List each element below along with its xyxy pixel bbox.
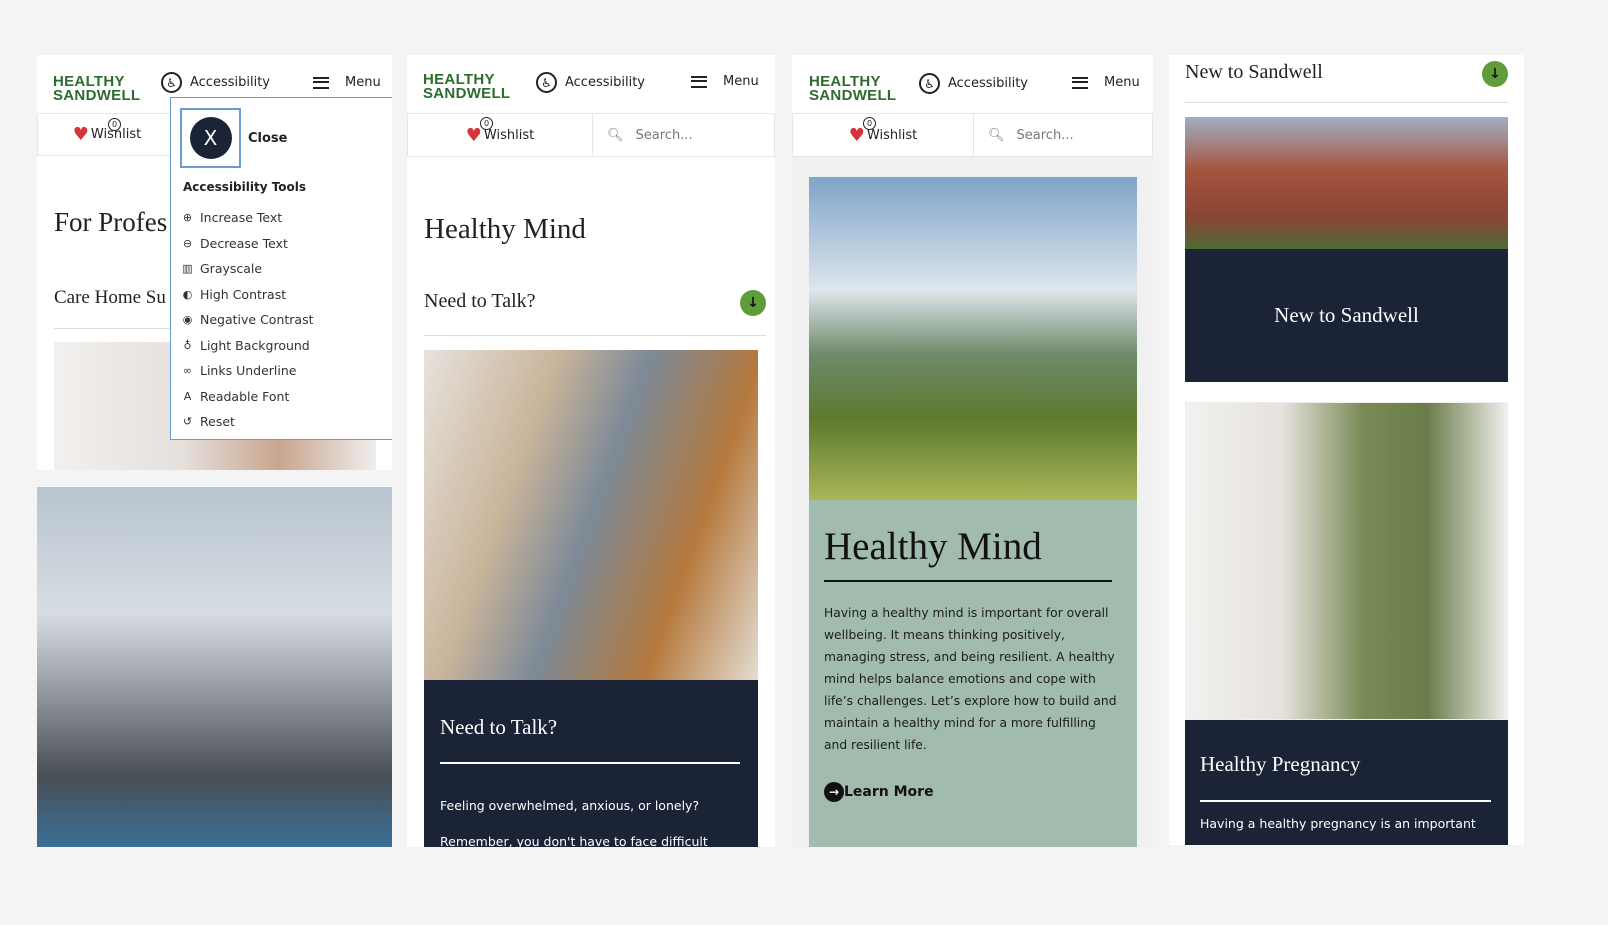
tool-decrease-text[interactable]: ⊖ Decrease Text [181, 231, 313, 257]
heart-icon: ♥ [465, 124, 482, 146]
tool-increase-text[interactable]: ⊕ Increase Text [181, 205, 313, 231]
search-icon: 🔍︎ [988, 127, 1005, 143]
healthy-pregnancy-card: Healthy Pregnancy Having a healthy pregn… [1185, 720, 1508, 845]
close-button[interactable]: X [180, 108, 241, 168]
healthy-mind-card: Healthy Mind Having a healthy mind is im… [809, 500, 1137, 847]
tool-grayscale[interactable]: ▥ Grayscale [181, 256, 313, 282]
wishlist-link[interactable]: ♥ 0 Wishlist [793, 114, 973, 156]
tool-readable-font[interactable]: A Readable Font [181, 384, 313, 410]
logo[interactable]: HEALTHY SANDWELL [809, 74, 896, 103]
panel-healthy-mind-detail: HEALTHY SANDWELL ♿ Accessibility Menu ♥ 0 Wi… [792, 55, 1153, 847]
zoom-out-icon: ⊖ [182, 236, 193, 250]
learn-more-link[interactable]: → Learn More [824, 782, 934, 802]
arrow-down-icon: ↓ [740, 290, 766, 316]
search-input[interactable]: 🔍︎ Search... [592, 114, 774, 156]
building-photo [1185, 117, 1508, 249]
divider [54, 328, 184, 329]
font-icon: A [183, 389, 192, 403]
tools-title: Accessibility Tools [183, 180, 307, 194]
accessibility-icon: ♿ [919, 73, 940, 94]
wishlist-search-bar: ♥ 0 Wishlist 🔍︎ Search... [792, 113, 1153, 157]
search-input[interactable]: 🔍︎ Search... [973, 114, 1152, 156]
hamburger-icon [313, 76, 329, 89]
tool-links-underline[interactable]: ∞ Links Underline [181, 358, 313, 384]
subheading: Care Home Su [54, 287, 166, 308]
arrow-right-circle-icon: → [824, 782, 844, 802]
contrast-icon: ◐ [182, 287, 193, 301]
page-title: Healthy Mind [424, 213, 586, 245]
support-group-photo [424, 350, 758, 680]
heart-icon: ♥ [848, 124, 865, 146]
tool-reset[interactable]: ↺ Reset [181, 409, 313, 435]
wishlist-count: 0 [108, 118, 121, 131]
close-icon: X [189, 117, 232, 159]
arrow-down-icon: ↓ [1482, 61, 1508, 87]
close-label: Close [248, 131, 288, 146]
tool-light-background[interactable]: ♁ Light Background [181, 333, 313, 359]
wishlist-bar: ♥ 0 Wishlist [37, 113, 177, 156]
link-icon: ∞ [182, 364, 193, 378]
heart-icon: ♥ [72, 124, 89, 145]
menu-button[interactable]: Menu [691, 74, 759, 89]
eye-icon: ◉ [182, 313, 193, 327]
wishlist-count: 0 [863, 117, 876, 130]
logo[interactable]: HEALTHY SANDWELL [53, 74, 140, 103]
logo[interactable]: HEALTHY SANDWELL [423, 72, 510, 101]
menu-button[interactable]: Menu [313, 75, 381, 90]
accessibility-button[interactable]: ♿ Accessibility [536, 72, 645, 93]
new-to-sandwell-card[interactable]: New to Sandwell [1185, 249, 1508, 382]
panel-healthy-mind-list: HEALTHY SANDWELL ♿ Accessibility Menu ♥ 0 Wi… [407, 55, 775, 847]
panel-accessibility-menu: HEALTHY SANDWELL ♿ Accessibility Menu ♥ 0 Wi… [37, 55, 392, 470]
lightbulb-icon: ♁ [183, 338, 192, 352]
grayscale-icon: ▥ [182, 262, 193, 276]
accessibility-icon: ♿ [161, 72, 182, 93]
zoom-in-icon: ⊕ [182, 211, 193, 225]
accordion-need-to-talk[interactable]: Need to Talk? ↓ [424, 290, 766, 336]
hamburger-icon [691, 75, 707, 88]
page-heading: For Profes [54, 207, 168, 237]
wishlist-search-bar: ♥ 0 Wishlist 🔍︎ Search... [407, 113, 775, 157]
divider [1200, 800, 1491, 802]
divider [440, 762, 740, 764]
panel-new-to-sandwell: New to Sandwell ↓ New to Sandwell Healthy… [1169, 55, 1524, 845]
wishlist-link[interactable]: ♥ 0 Wishlist [408, 114, 592, 156]
menu-button[interactable]: Menu [1072, 75, 1140, 90]
accessibility-icon: ♿ [536, 72, 557, 93]
hamburger-icon [1072, 76, 1088, 89]
tools-list: ⊕ Increase Text ⊖ Decrease Text ▥ Grayscale ◐ H… [181, 205, 313, 435]
search-icon: 🔍︎ [607, 127, 624, 143]
reset-icon: ↺ [182, 415, 193, 429]
accessibility-button[interactable]: ♿ Accessibility [919, 73, 1028, 94]
accessibility-button[interactable]: ♿ Accessibility [161, 72, 270, 93]
tool-high-contrast[interactable]: ◐ High Contrast [181, 282, 313, 308]
woman-in-field-photo [809, 177, 1137, 500]
need-to-talk-card: Need to Talk? Feeling overwhelmed, anxio… [424, 680, 758, 847]
accessibility-panel: X Close Accessibility Tools ⊕ Increase Te… [170, 97, 392, 440]
wishlist-link[interactable]: ♥ 0 Wishlist [38, 114, 176, 155]
accordion-new-to-sandwell[interactable]: New to Sandwell ↓ [1185, 61, 1508, 103]
pregnancy-photo [1185, 402, 1508, 720]
runner-photo [37, 487, 392, 847]
wishlist-count: 0 [480, 117, 493, 130]
tool-negative-contrast[interactable]: ◉ Negative Contrast [181, 307, 314, 333]
divider [824, 580, 1112, 582]
